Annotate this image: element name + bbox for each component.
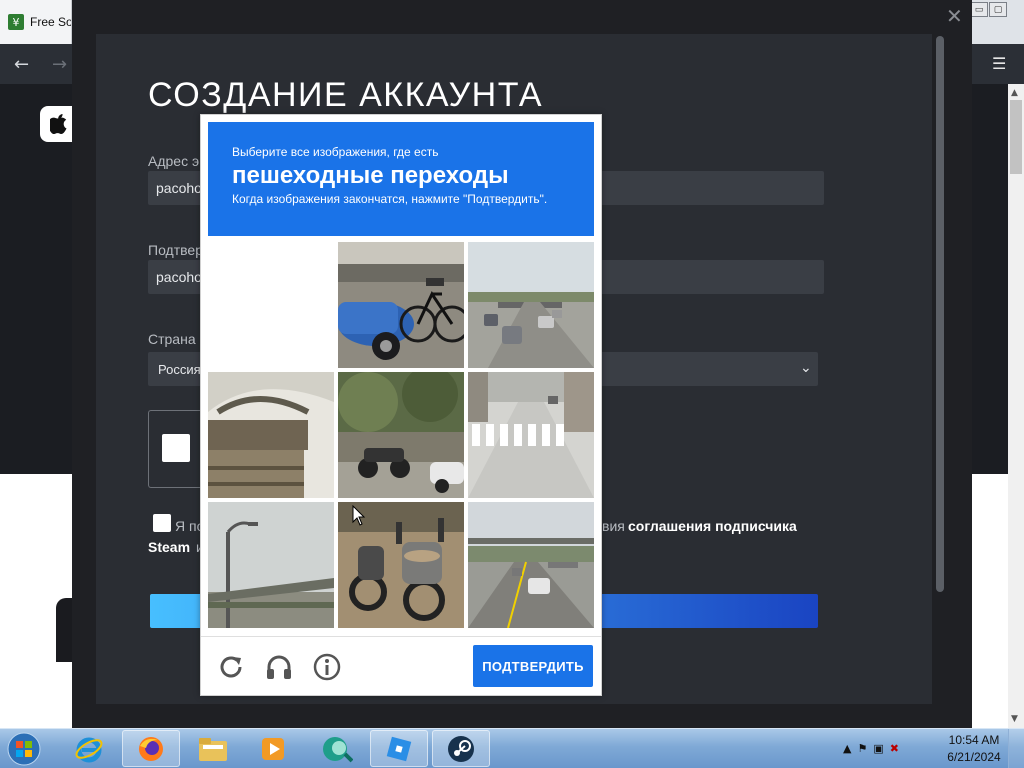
windows-logo-icon (7, 732, 41, 766)
taskbar-firefox[interactable] (122, 730, 180, 767)
captcha-instructions: Выберите все изображения, где есть пешех… (208, 122, 594, 236)
steam-link[interactable]: Steam (148, 539, 190, 555)
chevron-down-icon: ⌄ (800, 360, 812, 376)
captcha-tile-2[interactable] (338, 242, 464, 368)
captcha-tile-6[interactable] (468, 372, 594, 498)
hamburger-menu-icon[interactable]: ☰ (992, 54, 1006, 73)
country-value: Россия (158, 361, 201, 377)
taskbar-file-explorer[interactable] (184, 730, 242, 767)
confirm-email-value: pacoho (156, 269, 202, 285)
site-favicon-icon: ¥ (8, 14, 24, 30)
action-center-flag-icon[interactable]: ⚑ (857, 742, 867, 755)
minimize-icon: ▭ (974, 4, 984, 15)
agree-checkbox[interactable] (153, 514, 171, 532)
taskbar-steam[interactable] (432, 730, 490, 767)
scroll-down-icon[interactable]: ▼ (1011, 714, 1018, 724)
arrow-left-icon: ← (14, 54, 30, 75)
tile-image (468, 242, 594, 368)
captcha-tile-4[interactable] (208, 372, 334, 498)
overlay-scrollbar[interactable] (936, 36, 944, 592)
start-button[interactable] (4, 730, 44, 768)
captcha-tile-5[interactable] (338, 372, 464, 498)
tile-image (468, 502, 594, 628)
system-tray: ▲ ⚑ ▣ ✖ (843, 733, 899, 763)
clock-time[interactable]: 10:54 AM (948, 733, 1000, 747)
taskbar-media-player[interactable] (244, 730, 302, 767)
tile-image (208, 372, 334, 498)
reload-icon[interactable] (216, 652, 246, 682)
captcha-footer-divider (201, 636, 601, 637)
volume-muted-icon[interactable]: ✖ (890, 742, 899, 755)
taskbar-internet-explorer[interactable] (60, 730, 118, 767)
internet-explorer-icon (75, 737, 103, 762)
verify-button[interactable]: ПОДТВЕРДИТЬ (473, 645, 593, 687)
captcha-hint-text: Когда изображения закончатся, нажмите "П… (232, 192, 548, 206)
tray-expand-icon[interactable]: ▲ (843, 742, 851, 755)
confirm-email-label: Подтвер (148, 242, 203, 258)
subscriber-agreement-link[interactable]: соглашения подписчика (628, 518, 797, 534)
back-button[interactable]: ← (14, 54, 29, 75)
browser-tab[interactable]: ¥ Free Sot (0, 0, 72, 44)
mouse-cursor-icon (352, 504, 366, 532)
email-value: pacoho (156, 180, 202, 196)
arrow-right-icon: → (52, 54, 68, 75)
roblox-icon (386, 736, 412, 761)
tile-image (338, 242, 464, 368)
show-desktop-button[interactable] (1008, 729, 1024, 768)
taskbar-browser-app[interactable] (308, 730, 366, 767)
taskbar-roblox[interactable] (370, 730, 428, 767)
close-icon[interactable]: ✕ (946, 4, 963, 28)
captcha-tile-1[interactable] (208, 242, 334, 368)
maximize-button[interactable]: ▢ (989, 2, 1007, 17)
apple-icon (50, 114, 67, 134)
captcha-tile-7[interactable] (208, 502, 334, 628)
captcha-checkbox[interactable] (162, 434, 190, 462)
captcha-instruction-text: Выберите все изображения, где есть (232, 145, 439, 159)
country-label: Страна (148, 331, 196, 347)
tile-image (208, 502, 334, 628)
minimize-button[interactable]: ▭ (970, 2, 988, 17)
captcha-tile-9[interactable] (468, 502, 594, 628)
folder-icon (199, 737, 227, 761)
window-controls: ▭ ▢ (970, 2, 1007, 17)
agree-text-tail: вия (602, 518, 625, 534)
media-player-icon (262, 737, 284, 760)
tile-image (468, 372, 594, 498)
captcha-target-label: пешеходные переходы (232, 162, 509, 189)
info-icon[interactable] (312, 652, 342, 682)
maximize-icon: ▢ (993, 4, 1003, 15)
scroll-up-icon[interactable]: ▲ (1011, 88, 1018, 98)
firefox-icon (139, 736, 163, 761)
clock-date[interactable]: 6/21/2024 (944, 750, 1004, 764)
email-label: Адрес э (148, 153, 200, 169)
tab-title: Free Sot (30, 15, 72, 29)
captcha-tile-3[interactable] (468, 242, 594, 368)
steam-icon (448, 735, 474, 762)
headphones-icon[interactable] (264, 652, 294, 682)
page-scrollbar-thumb[interactable] (1010, 100, 1022, 174)
network-icon[interactable]: ▣ (873, 742, 883, 755)
page-title: СОЗДАНИЕ АККАУНТА (148, 76, 544, 114)
forward-button[interactable]: → (52, 54, 67, 75)
tile-image (338, 372, 464, 498)
page-scrollbar[interactable] (1008, 84, 1024, 728)
browser-app-icon (323, 736, 353, 762)
